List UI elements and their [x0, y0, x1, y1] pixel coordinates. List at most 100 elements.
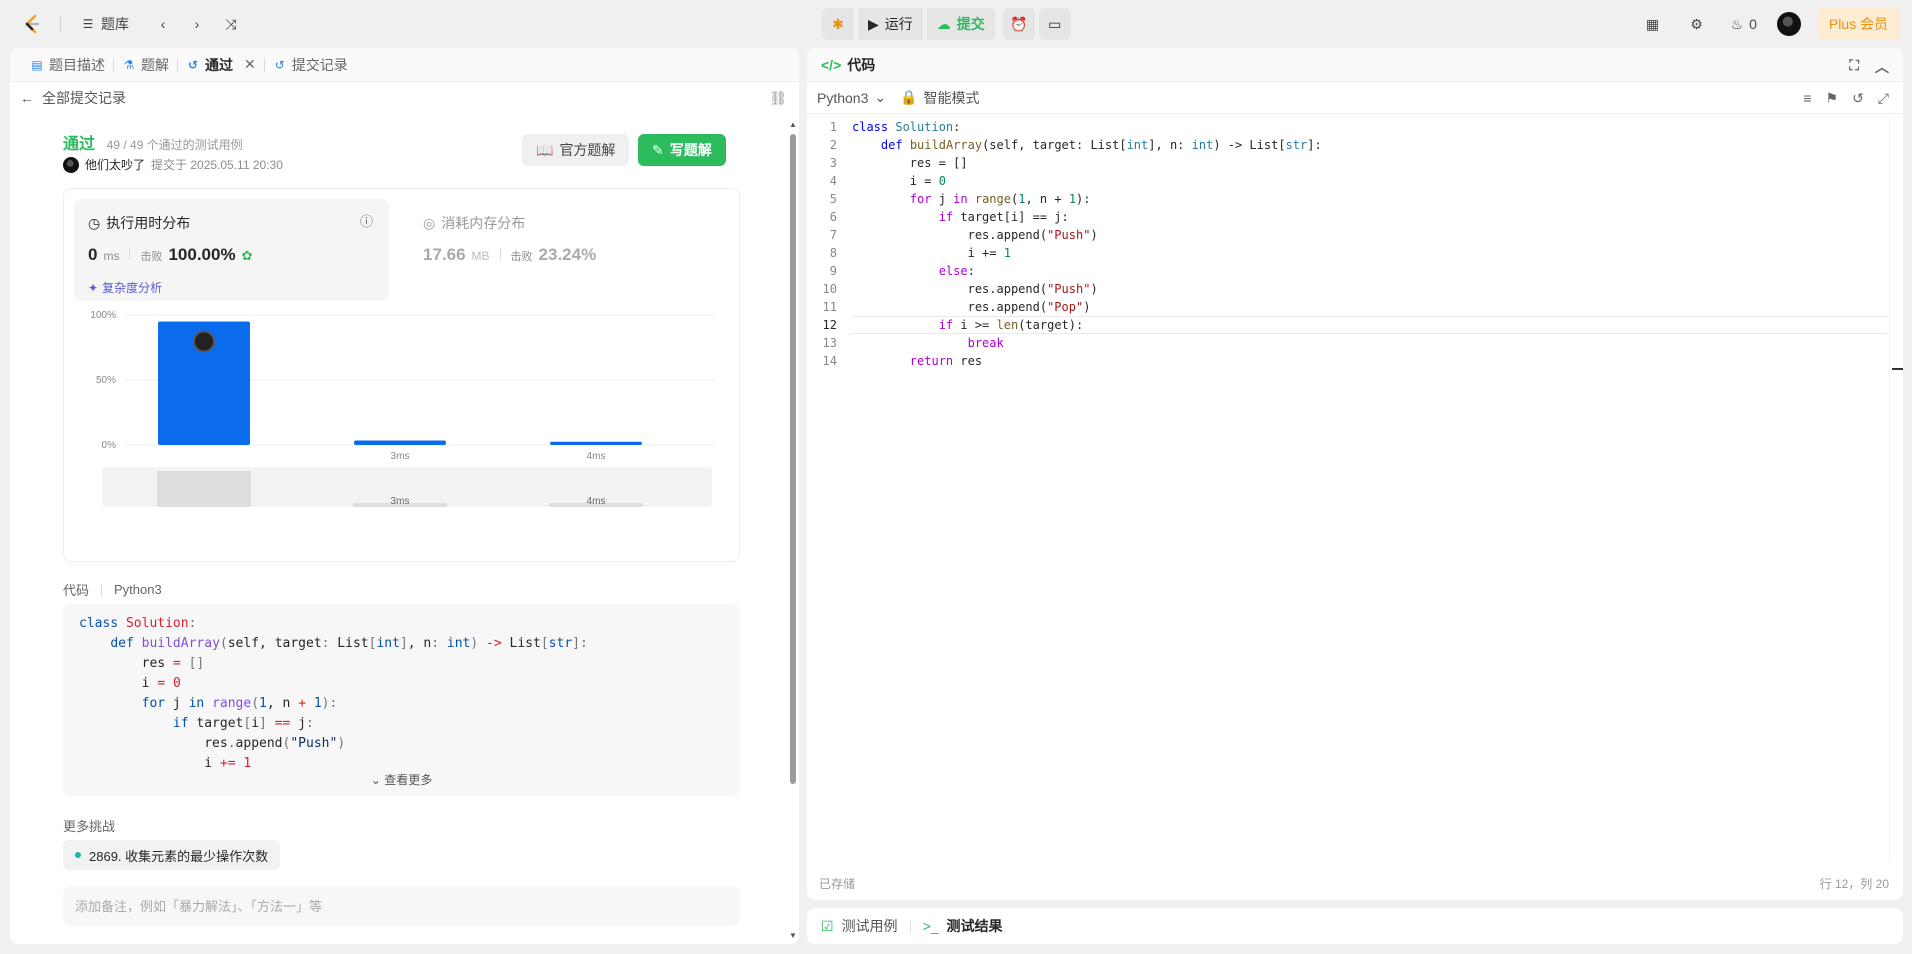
save-status: 已存储 [819, 877, 856, 891]
editor-line: 8 i += 1 [807, 244, 1887, 262]
editor-line: 2 def buildArray(self, target: List[int]… [807, 136, 1887, 154]
more-challenges-label: 更多挑战 [63, 819, 116, 834]
see-more-button[interactable]: ⌄ 查看更多 [63, 771, 740, 788]
language-select[interactable]: Python3 ⌄ [817, 89, 886, 106]
tab-test-result[interactable]: 测试结果 [947, 916, 1003, 936]
settings-button[interactable]: ⚙ [1683, 10, 1711, 38]
divider [499, 248, 501, 260]
tab-testcase[interactable]: 测试用例 [842, 916, 898, 936]
see-more-label: 查看更多 [384, 773, 433, 787]
trophy-icon: ✿ [241, 248, 253, 263]
tab-submissions[interactable]: ↺ 提交记录 [265, 48, 356, 82]
author-name[interactable]: 他们太吵了 [85, 156, 145, 173]
expand-icon[interactable]: ⤢ [1878, 90, 1889, 107]
layout-button[interactable]: ▦ [1639, 10, 1667, 38]
editor-line: 10 res.append("Push") [807, 280, 1887, 298]
maximize-icon[interactable]: ⛶ [1849, 57, 1859, 77]
code-label: 代码 [63, 583, 90, 598]
minimap-bar [157, 471, 251, 507]
random-problem-button[interactable]: ⤨ [217, 10, 245, 38]
grid-layout-icon: ▦ [1645, 15, 1660, 32]
runtime-title-label: 执行用时分布 [106, 215, 191, 231]
submit-button[interactable]: ☁ 提交 [926, 8, 995, 40]
close-icon[interactable]: ✕ [244, 56, 256, 73]
prev-problem-button[interactable]: ‹ [149, 10, 177, 38]
line-text: def buildArray(self, target: List[int], … [880, 138, 1322, 152]
language-label: Python3 [817, 89, 869, 106]
reset-icon[interactable]: ↺ [1852, 90, 1864, 107]
chevron-left-icon: ‹ [160, 16, 166, 32]
minimap-label: 3ms [391, 496, 410, 507]
bookmark-icon[interactable]: ⚑ [1826, 90, 1839, 107]
debug-button[interactable]: ✱ [822, 8, 854, 40]
tab-description[interactable]: ▤ 题目描述 [22, 48, 113, 82]
tab-solutions[interactable]: ⚗ 题解 [114, 48, 177, 82]
line-text: if i >= len(target): [938, 318, 1084, 332]
memory-card[interactable]: ◎ 消耗内存分布 17.66 MB 击败 23.24% [409, 199, 709, 301]
memory-beats: 23.24% [538, 245, 597, 264]
challenge-item[interactable]: 2869. 收集元素的最少操作次数 [63, 840, 281, 870]
divider [129, 248, 131, 260]
line-text: res.append("Push") [852, 228, 1098, 242]
note-icon: ▭ [1048, 15, 1062, 32]
plus-membership-button[interactable]: Plus 会员 [1816, 8, 1900, 40]
leetcode-logo-icon[interactable] [20, 12, 44, 36]
line-number: 8 [829, 246, 837, 260]
collapse-icon[interactable]: ︿ [1875, 57, 1889, 77]
arrow-left-icon[interactable]: ← [20, 90, 34, 106]
write-solution-button[interactable]: ✎ 写题解 [638, 134, 726, 166]
y-tick-label: 0% [102, 440, 117, 451]
notes-button[interactable]: ▭ [1038, 8, 1071, 40]
editor-line: 7 res.append("Push") [807, 226, 1887, 244]
runtime-title: ◷ 执行用时分布 [88, 213, 190, 233]
avatar[interactable] [1776, 12, 1801, 36]
editor-toolbar: Python3 ⌄ 🔒 智能模式 ≡ ⚑ ↺ ⤢ [807, 82, 1903, 114]
run-button[interactable]: ▶ 运行 [858, 8, 923, 40]
runtime-value: 0 [88, 245, 98, 264]
submission-status: 通过 49 / 49 个通过的测试用例 [63, 130, 243, 154]
tab-accepted[interactable]: ↺ 通过 ✕ [178, 48, 264, 82]
chart-bar [354, 440, 446, 445]
editor-line: 6 if target[i] == j: [807, 208, 1887, 226]
problem-bank-button[interactable]: ☰ 题库 [77, 10, 133, 38]
tests-passed: 49 / 49 个通过的测试用例 [106, 138, 243, 152]
chevron-down-icon: ⌄ [874, 89, 887, 105]
official-solution-button[interactable]: 📖 官方题解 [522, 134, 630, 166]
line-text: res = [] [852, 156, 968, 170]
memory-values: 17.66 MB 击败 23.24% [423, 245, 596, 265]
editor-scrollbar[interactable] [1889, 118, 1903, 858]
runtime-distribution-chart[interactable]: 0% 50% 100% 3ms 4ms 3ms 4ms [74, 305, 729, 555]
scroll-down-icon[interactable]: ▼ [789, 931, 797, 940]
link-icon[interactable]: ⛓ [769, 90, 787, 107]
flask-icon: ⚗ [123, 57, 135, 72]
top-bar: ☰ 题库 ‹ › ⤨ ✱ ▶ 运行 ☁ 提交 ⏰ ▭ ▦ ⚙ ♨ 0 Plus … [0, 0, 1912, 48]
code-editor[interactable]: 1 class Solution: 2 def buildArray(self, … [807, 118, 1903, 818]
tab-accepted-label: 通过 [205, 56, 233, 73]
all-submissions-link[interactable]: 全部提交记录 [42, 88, 126, 108]
line-number: 14 [822, 354, 837, 368]
note-input[interactable]: 添加备注，例如「暴力解法」、「方法一」等 [63, 886, 740, 926]
code-section-label: 代码 Python3 [63, 580, 162, 599]
line-text: res.append("Pop") [852, 300, 1091, 314]
timer-button[interactable]: ⏰ [1002, 8, 1035, 40]
chevron-right-icon: › [194, 16, 200, 32]
gear-icon: ⚙ [1690, 15, 1703, 32]
editor-line: 14 return res [807, 352, 1887, 370]
chart-bar [550, 441, 642, 445]
smart-mode-toggle[interactable]: 🔒 智能模式 [900, 88, 979, 108]
document-icon: ▤ [31, 57, 43, 72]
scroll-up-icon[interactable]: ▲ [789, 120, 797, 129]
sparkle-icon: ✦ [88, 280, 99, 295]
format-icon[interactable]: ≡ [1803, 90, 1811, 107]
editor-header: </> 代码 ⛶ ︿ [807, 48, 1903, 82]
tab-submissions-label: 提交记录 [291, 56, 348, 73]
submitted-code[interactable]: class Solution: def buildArray(self, tar… [63, 604, 740, 796]
left-scrollbar[interactable]: ▲ ▼ [787, 120, 797, 940]
runtime-card[interactable]: ◷ 执行用时分布 ⓘ 0 ms 击败 100.00% ✿ ✦ 复杂度分析 [74, 199, 389, 301]
next-problem-button[interactable]: › [183, 10, 211, 38]
info-icon[interactable]: ⓘ [360, 211, 373, 230]
scrollbar-thumb[interactable] [790, 134, 796, 784]
streak-button[interactable]: ♨ 0 [1727, 10, 1761, 38]
complexity-analysis-link[interactable]: ✦ 复杂度分析 [88, 279, 162, 296]
line-text: else: [938, 264, 975, 278]
